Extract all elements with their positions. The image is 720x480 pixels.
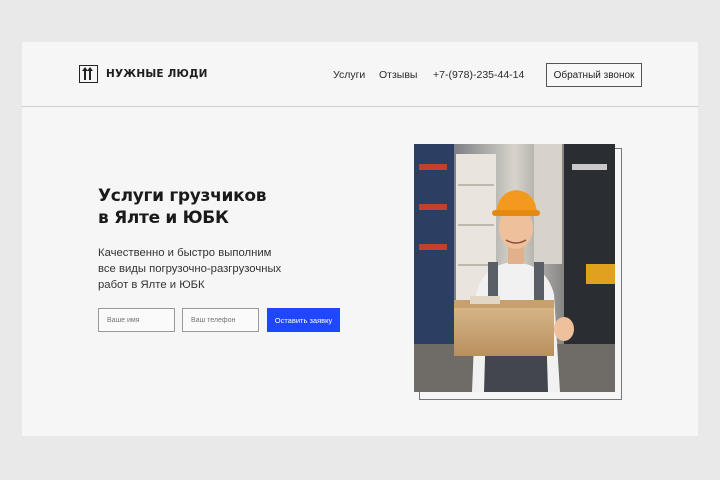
site-header: НУЖНЫЕ ЛЮДИ Услуги Отзывы +7-(978)-235-4… [22, 42, 698, 107]
hero-subtitle: Качественно и быстро выполним все виды п… [98, 245, 308, 293]
nav-phone-link[interactable]: +7-(978)-235-44-14 [433, 69, 524, 81]
hero-subtitle-line2: все виды погрузочно-разгрузочных [98, 263, 282, 275]
hero-title-line2: в Ялте и ЮБК [98, 208, 229, 228]
hero-title-line1: Услуги грузчиков [98, 186, 267, 206]
callback-button[interactable]: Обратный звонок [546, 63, 642, 87]
dolly-arrows-icon [79, 65, 98, 83]
phone-input[interactable] [182, 308, 259, 332]
logo[interactable]: НУЖНЫЕ ЛЮДИ [79, 65, 208, 83]
hero-title: Услуги грузчиков в Ялте и ЮБК [98, 185, 267, 229]
landing-card: НУЖНЫЕ ЛЮДИ Услуги Отзывы +7-(978)-235-4… [22, 42, 698, 436]
nav-reviews-link[interactable]: Отзывы [379, 69, 417, 81]
name-input[interactable] [98, 308, 175, 332]
hero-photo-mover [414, 144, 615, 392]
hero-subtitle-line1: Качественно и быстро выполним [98, 247, 272, 259]
submit-request-button[interactable]: Оставить заявку [267, 308, 340, 332]
nav-services-link[interactable]: Услуги [333, 69, 365, 81]
hero-subtitle-line3: работ в Ялте и ЮБК [98, 279, 205, 291]
mover-illustration [414, 144, 615, 392]
logo-text: НУЖНЫЕ ЛЮДИ [106, 68, 208, 80]
